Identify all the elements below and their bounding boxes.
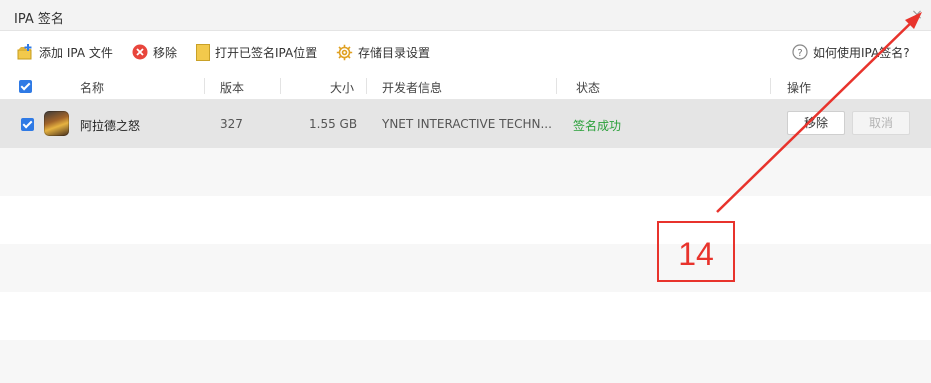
remove-toolbar-button[interactable]: 移除 <box>132 43 177 61</box>
row-checkbox[interactable] <box>21 118 34 131</box>
add-ipa-button[interactable]: 添加 IPA 文件 <box>17 43 113 61</box>
gear-icon <box>336 44 353 60</box>
svg-text:?: ? <box>797 48 802 59</box>
column-header-version[interactable]: 版本 <box>220 79 244 96</box>
close-icon[interactable]: × <box>910 8 924 22</box>
storage-settings-button[interactable]: 存储目录设置 <box>336 43 430 61</box>
app-version: 327 <box>220 117 243 131</box>
remove-icon <box>132 44 148 60</box>
app-developer: YNET INTERACTIVE TECHN... <box>382 117 552 131</box>
remove-toolbar-label: 移除 <box>153 45 178 60</box>
add-ipa-label: 添加 IPA 文件 <box>39 45 113 60</box>
column-divider <box>770 78 771 94</box>
app-name: 阿拉德之怒 <box>80 119 141 133</box>
app-size: 1.55 GB <box>309 117 358 131</box>
column-header-status[interactable]: 状态 <box>576 79 600 96</box>
annotation-number: 14 <box>678 236 714 272</box>
row-cancel-button[interactable]: 取消 <box>852 111 910 135</box>
table-header: 名称 版本 大小 开发者信息 状态 操作 <box>0 72 931 100</box>
open-signed-folder-label: 打开已签名IPA位置 <box>215 45 318 60</box>
column-divider <box>204 78 205 94</box>
column-divider <box>280 78 281 94</box>
storage-settings-label: 存储目录设置 <box>358 45 431 60</box>
help-icon: ? <box>792 44 808 60</box>
empty-row <box>0 292 931 340</box>
column-header-actions[interactable]: 操作 <box>787 79 811 96</box>
column-header-size[interactable]: 大小 <box>330 79 354 96</box>
window-title: IPA 签名 <box>14 12 64 27</box>
empty-row <box>0 196 931 244</box>
empty-row <box>0 148 931 196</box>
status-badge: 签名成功 <box>573 119 622 133</box>
help-link[interactable]: ? 如何使用IPA签名? <box>792 43 910 61</box>
select-all-checkbox[interactable] <box>19 80 32 93</box>
help-label: 如何使用IPA签名? <box>813 45 910 60</box>
column-divider <box>366 78 367 94</box>
column-header-name[interactable]: 名称 <box>80 79 104 96</box>
folder-icon <box>196 43 210 61</box>
app-icon <box>44 111 69 136</box>
open-signed-folder-button[interactable]: 打开已签名IPA位置 <box>196 43 317 61</box>
add-file-icon <box>17 44 32 60</box>
empty-row <box>0 340 931 383</box>
title-bar: IPA 签名 × <box>0 0 931 31</box>
row-remove-button[interactable]: 移除 <box>787 111 845 135</box>
toolbar: 添加 IPA 文件 移除 打开已签名IPA位置 存储目录设置 ? 如何使用IPA… <box>0 31 931 72</box>
empty-row <box>0 244 931 292</box>
column-divider <box>556 78 557 94</box>
column-header-developer[interactable]: 开发者信息 <box>382 79 442 96</box>
